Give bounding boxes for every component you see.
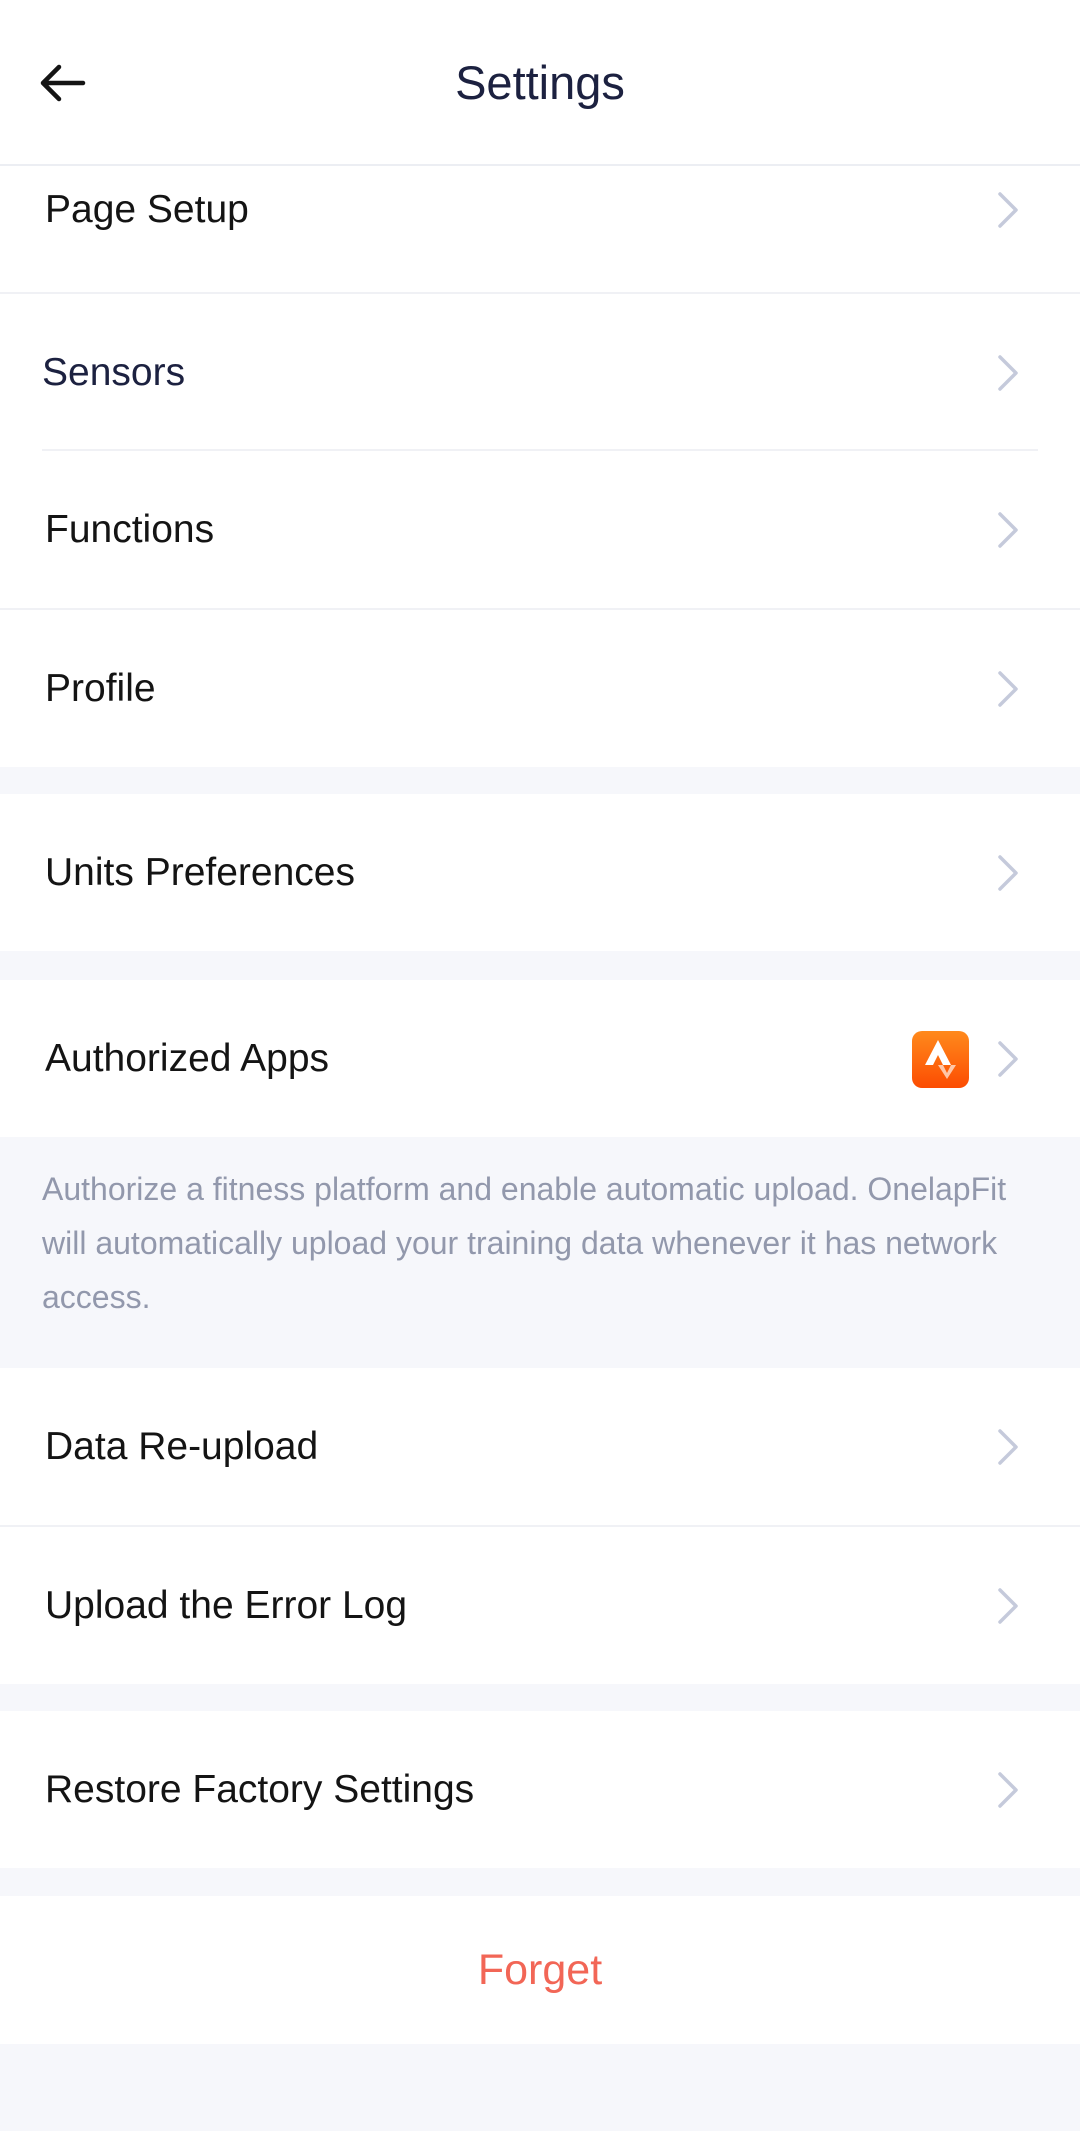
chevron-right-icon: [998, 1771, 1018, 1808]
settings-item-label: Units Preferences: [45, 850, 355, 894]
settings-item-sensors[interactable]: Sensors: [0, 294, 1080, 451]
chevron-right-icon: [998, 1428, 1018, 1465]
settings-item-page-setup[interactable]: Page Setup: [0, 166, 1080, 293]
chevron-right-icon: [998, 854, 1018, 891]
settings-item-label: Profile: [45, 666, 156, 710]
settings-item-label: Page Setup: [45, 187, 249, 231]
app-header: Settings: [0, 0, 1080, 166]
settings-item-profile[interactable]: Profile: [0, 610, 1080, 767]
settings-item-restore-factory[interactable]: Restore Factory Settings: [0, 1711, 1080, 1868]
strava-icon: [912, 1030, 969, 1088]
settings-item-label: Upload the Error Log: [45, 1583, 408, 1627]
settings-item-authorized-apps[interactable]: Authorized Apps: [0, 980, 1080, 1137]
settings-item-label: Data Re-upload: [45, 1424, 319, 1468]
settings-item-label: Functions: [45, 507, 215, 551]
settings-item-data-reupload[interactable]: Data Re-upload: [0, 1368, 1080, 1525]
chevron-right-icon: [998, 1587, 1018, 1624]
settings-item-upload-error-log[interactable]: Upload the Error Log: [0, 1527, 1080, 1684]
chevron-right-icon: [998, 354, 1018, 391]
back-button[interactable]: [30, 48, 94, 118]
settings-page: Settings Page Setup Sensors Functions Pr…: [0, 0, 1080, 2131]
chevron-right-icon: [998, 1040, 1018, 1077]
chevron-right-icon: [998, 191, 1018, 228]
chevron-right-icon: [998, 670, 1018, 707]
settings-item-label: Authorized Apps: [45, 1036, 330, 1080]
settings-item-label: Sensors: [42, 350, 186, 394]
arrow-left-icon: [40, 64, 86, 102]
forget-button[interactable]: Forget: [0, 1896, 1080, 2044]
settings-item-label: Restore Factory Settings: [45, 1767, 475, 1811]
authorized-apps-description: Authorize a fitness platform and enable …: [0, 1137, 1080, 1367]
chevron-right-icon: [998, 511, 1018, 548]
settings-item-units-preferences[interactable]: Units Preferences: [0, 794, 1080, 951]
settings-item-functions[interactable]: Functions: [0, 451, 1080, 608]
page-title: Settings: [455, 56, 625, 109]
